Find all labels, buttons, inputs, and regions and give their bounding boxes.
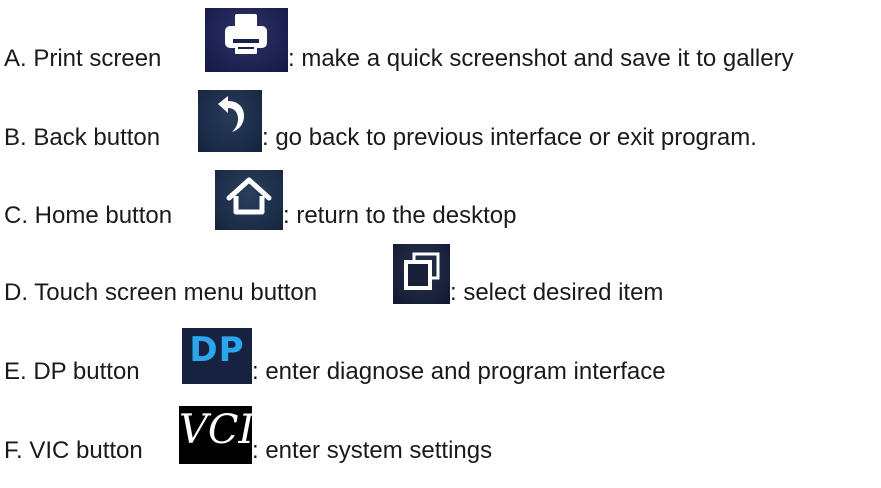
- item-description: : select desired item: [450, 279, 664, 306]
- item-description: : go back to previous interface or exit …: [262, 124, 757, 151]
- item-label: C. Home button: [4, 202, 173, 229]
- recent-apps-icon: [393, 244, 450, 304]
- item-description: : enter system settings: [252, 437, 493, 464]
- item-label: E. DP button: [4, 358, 140, 385]
- item-label: A. Print screen: [4, 45, 162, 72]
- item-label: B. Back button: [4, 124, 161, 151]
- home-icon: [215, 170, 283, 230]
- dp-icon: DP: [182, 328, 252, 384]
- item-label: F. VIC button: [4, 437, 143, 464]
- item-label: D. Touch screen menu button: [4, 279, 318, 306]
- printer-icon: [205, 8, 288, 72]
- vci-icon-text: VCI: [179, 407, 252, 453]
- back-arrow-icon: [198, 90, 262, 152]
- vci-icon: VCI: [179, 406, 252, 464]
- item-description: : make a quick screenshot and save it to…: [288, 45, 794, 72]
- dp-icon-text: DP: [189, 330, 245, 370]
- item-description: : enter diagnose and program interface: [252, 358, 666, 385]
- item-description: : return to the desktop: [283, 202, 517, 229]
